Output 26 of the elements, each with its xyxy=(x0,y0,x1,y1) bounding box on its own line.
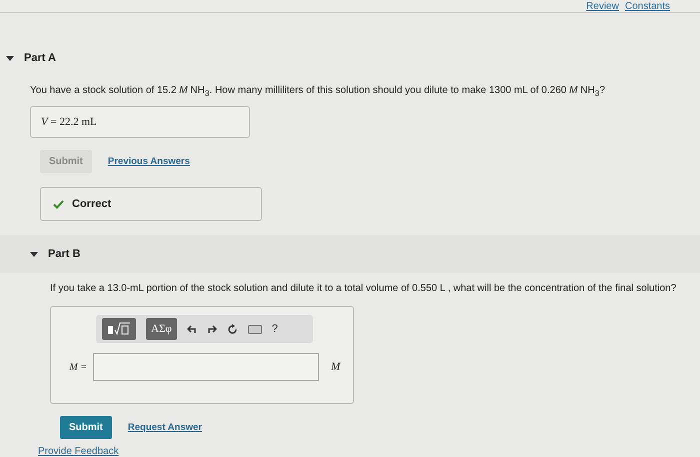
checkmark-icon xyxy=(53,200,64,209)
undo-icon[interactable] xyxy=(186,324,197,334)
question-text: If you take a 13.0-mL portion of the stock solution and dilute it to a total volume of 0.550 L , what will be the concentration of the final solution? xyxy=(50,283,676,294)
top-link[interactable]: Constants xyxy=(624,2,670,12)
feedback-link[interactable]: Provide Feedback xyxy=(38,447,700,457)
help-button[interactable]: ? xyxy=(272,323,278,335)
part-title[interactable]: Part A xyxy=(24,52,56,64)
symbols-button[interactable]: ΑΣφ xyxy=(146,318,177,340)
request-answer-link[interactable]: Request Answer xyxy=(128,422,202,433)
reset-icon[interactable] xyxy=(226,324,238,334)
caret-icon[interactable] xyxy=(30,252,38,257)
submit-button[interactable]: Submit xyxy=(60,416,112,439)
keyboard-icon[interactable] xyxy=(248,324,262,334)
unit-label: M xyxy=(331,361,340,373)
question-text: You have a stock solution of 15.2 M NH$_{3}$. How many milliliters of this solution should you dilute to make 1300 mL of 0.260 M NH$_{3}$? xyxy=(30,85,605,98)
field-label: M = xyxy=(68,362,87,372)
answer-field[interactable]: V = 22.2 mL xyxy=(30,106,250,138)
radical-icon xyxy=(107,322,131,336)
redo-icon[interactable] xyxy=(206,324,217,334)
feedback-text: Correct xyxy=(72,198,112,210)
part-title[interactable]: Part B xyxy=(48,248,80,260)
top-link[interactable]: Review xyxy=(586,2,619,12)
answer-input[interactable] xyxy=(93,353,319,381)
caret-icon[interactable] xyxy=(6,56,14,61)
previous-answers-link[interactable]: Previous Answers xyxy=(108,156,190,168)
template-button[interactable] xyxy=(102,318,136,340)
